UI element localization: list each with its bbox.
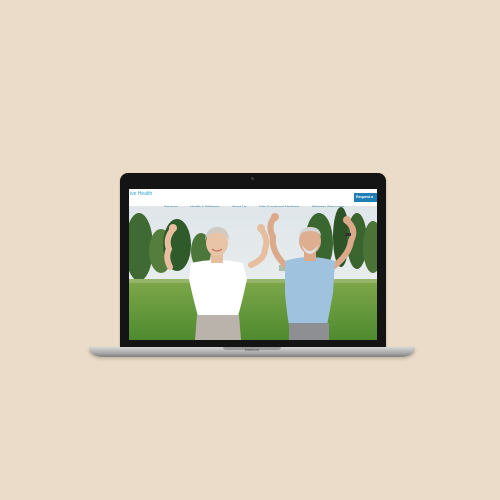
laptop-base: MacBook: [89, 347, 415, 357]
laptop-lid: ive Health Services Health & Wellness Ab…: [120, 173, 386, 349]
site-logo[interactable]: ive Health: [130, 192, 152, 204]
hero-image: [129, 207, 377, 340]
logo-text: ive Health: [130, 191, 153, 197]
nav-menu: Services Health & Wellness About Us Why …: [164, 195, 353, 209]
hero-photo-illustration: [129, 207, 377, 340]
webcam-icon: [251, 177, 254, 180]
path: [129, 279, 377, 283]
laptop-brand-label: MacBook: [244, 348, 260, 352]
grass-field: [129, 279, 377, 340]
laptop-mockup: ive Health Services Health & Wellness Ab…: [0, 0, 500, 500]
site-navbar: ive Health Services Health & Wellness Ab…: [129, 189, 377, 209]
request-appointment-button[interactable]: Request a: [354, 193, 377, 202]
laptop-screen: ive Health Services Health & Wellness Ab…: [129, 189, 377, 340]
